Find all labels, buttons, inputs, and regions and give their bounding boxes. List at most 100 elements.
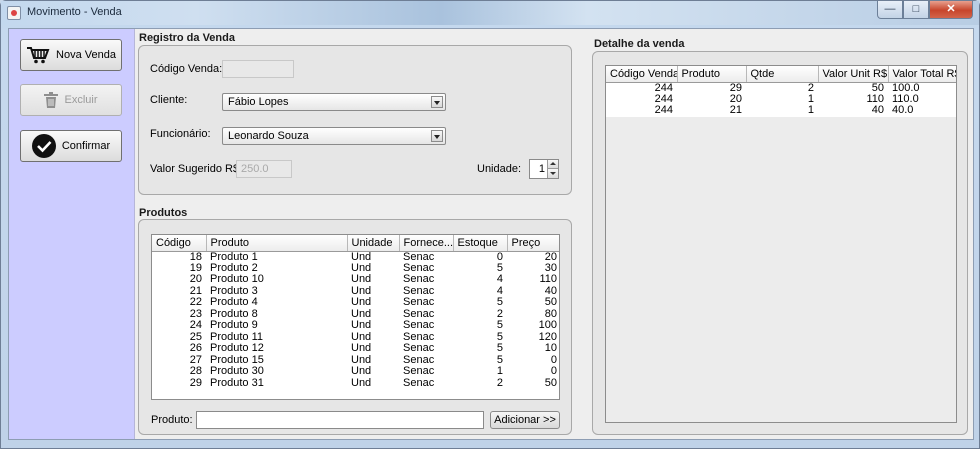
maximize-icon[interactable]: □ [903,1,929,19]
col-produto[interactable]: Produto [677,66,747,83]
registro-title: Registro da Venda [139,32,235,44]
produto-row[interactable]: 27 Produto 15 Und Senac 5 0 [152,354,559,367]
detalhe-table[interactable]: Código Venda Produto Qtde Valor Unit R$ … [605,65,957,423]
produto-row[interactable]: 28 Produto 30 Und Senac 1 0 [152,366,559,378]
valor-sugerido-field: 250.0 [236,160,292,178]
produto-row-cell: 27 [189,354,202,366]
spinner-up-icon[interactable] [547,160,558,169]
funcionario-selected: Leonardo Souza [228,130,309,142]
produto-row-cell: Senac [403,377,435,389]
produto-row-cell: 0 [550,366,557,378]
produto-row-cell: Produto 4 [210,297,258,309]
produto-row-cell: Senac [403,320,435,332]
col-estoque[interactable]: Estoque [453,235,508,252]
produto-row-cell: 4 [496,285,503,297]
detalhe-row-cell: 2 [807,82,814,94]
produto-row-cell: 1 [496,366,503,378]
col-fornecedor[interactable]: Fornece... [399,235,454,252]
detalhe-row-cell: 1 [807,93,814,105]
produto-row[interactable]: 24 Produto 9 Und Senac 5 100 [152,320,559,332]
produto-row-cell: Und [351,262,372,274]
funcionario-select[interactable]: Leonardo Souza [222,127,446,145]
produto-row-cell: 40 [544,285,557,297]
codigo-venda-field [222,60,294,78]
produtos-header-row: Código Produto Unidade Fornece... Estoqu… [152,235,559,252]
produto-row-cell: Senac [403,274,435,286]
col-codigo[interactable]: Código [152,235,207,252]
produto-row[interactable]: 18 Produto 1 Und Senac 0 20 [152,251,559,263]
produto-row-cell: 2 [496,308,503,320]
produto-row[interactable]: 23 Produto 8 Und Senac 2 80 [152,308,559,321]
produto-row-cell: 110 [539,274,557,286]
detalhe-row-cell: 40 [871,105,884,117]
produto-row-cell: Produto 12 [210,343,264,355]
produto-row-cell: 20 [544,251,557,263]
produto-row-cell: Produto 1 [210,251,258,263]
cliente-label: Cliente: [150,94,188,106]
spinner-down-icon[interactable] [547,169,558,178]
produto-row-cell: Senac [403,285,435,297]
detalhe-row-cell: 100.0 [892,82,920,94]
produto-row-cell: 10 [544,343,557,355]
registro-panel: Código Venda: Cliente: Fábio Lopes Funci… [138,45,572,195]
excluir-label: Excluir [64,94,98,106]
nova-venda-button[interactable]: Nova Venda [20,39,122,71]
app-window: Movimento - Venda — □ ✕ Nova Venda Exclu… [0,0,980,449]
action-sidebar: Nova Venda Excluir Confirmar [9,29,135,439]
produto-row-cell: Produto 10 [210,274,264,286]
produto-row-cell: 25 [189,331,202,343]
close-icon[interactable]: ✕ [929,1,973,19]
produto-row-cell: Und [351,285,372,297]
produto-row[interactable]: 29 Produto 31 Und Senac 2 50 [152,377,559,390]
unidade-spinner[interactable]: 1 [529,159,559,179]
shopping-cart-icon [26,46,50,64]
detalhe-row-cell: 244 [654,105,673,117]
produto-row[interactable]: 25 Produto 11 Und Senac 5 120 [152,331,559,344]
produto-row-cell: 4 [496,274,503,286]
produto-row[interactable]: 22 Produto 4 Und Senac 5 50 [152,297,559,309]
detalhe-row[interactable]: 244 21 1 40 40.0 [606,105,956,117]
produtos-table[interactable]: Código Produto Unidade Fornece... Estoqu… [151,234,560,400]
minimize-icon[interactable]: — [877,1,903,19]
col-codigo-venda[interactable]: Código Venda [606,66,678,83]
confirmar-button[interactable]: Confirmar [20,130,122,162]
col-valor-unit[interactable]: Valor Unit R$ [818,66,889,83]
produto-row-cell: 29 [189,377,202,389]
produto-row-cell: Produto 31 [210,377,264,389]
col-produto[interactable]: Produto [206,235,348,252]
produto-row-cell: Und [351,377,372,389]
produto-row-cell: Produto 15 [210,354,264,366]
adicionar-button[interactable]: Adicionar >> [490,411,560,429]
detalhe-row-cell: 21 [729,105,742,117]
java-app-icon [7,6,21,20]
produto-search-label: Produto: [151,414,193,426]
detalhe-row-cell: 20 [729,93,742,105]
col-preco[interactable]: Preço [507,235,559,252]
col-unidade[interactable]: Unidade [347,235,400,252]
codigo-venda-label: Código Venda: [150,63,223,75]
detalhe-panel: Código Venda Produto Qtde Valor Unit R$ … [592,51,968,435]
detalhe-row-cell: 50 [871,82,884,94]
produto-row-cell: Senac [403,343,435,355]
produto-search-input[interactable] [196,411,484,429]
produto-row[interactable]: 20 Produto 10 Und Senac 4 110 [152,274,559,286]
excluir-button[interactable]: Excluir [20,84,122,116]
produto-row-cell: Senac [403,262,435,274]
produto-row-cell: 50 [544,297,557,309]
produto-row-cell: 23 [189,308,202,320]
chevron-down-icon[interactable] [431,96,443,108]
detalhe-row[interactable]: 244 29 2 50 100.0 [606,82,956,94]
title-bar[interactable]: Movimento - Venda — □ ✕ [1,1,979,25]
produto-row[interactable]: 21 Produto 3 Und Senac 4 40 [152,285,559,298]
client-area: Nova Venda Excluir Confirmar Registro da… [8,28,974,440]
detalhe-row[interactable]: 244 20 1 110 110.0 [606,93,956,106]
cliente-select[interactable]: Fábio Lopes [222,93,446,111]
window-title: Movimento - Venda [27,6,122,18]
produto-row[interactable]: 26 Produto 12 Und Senac 5 10 [152,343,559,355]
produto-row[interactable]: 19 Produto 2 Und Senac 5 30 [152,262,559,275]
chevron-down-icon[interactable] [431,130,443,142]
detalhe-header-row: Código Venda Produto Qtde Valor Unit R$ … [606,66,956,83]
col-valor-total[interactable]: Valor Total R$ [888,66,956,83]
col-qtde[interactable]: Qtde [746,66,819,83]
detalhe-row-cell: 29 [729,82,742,94]
